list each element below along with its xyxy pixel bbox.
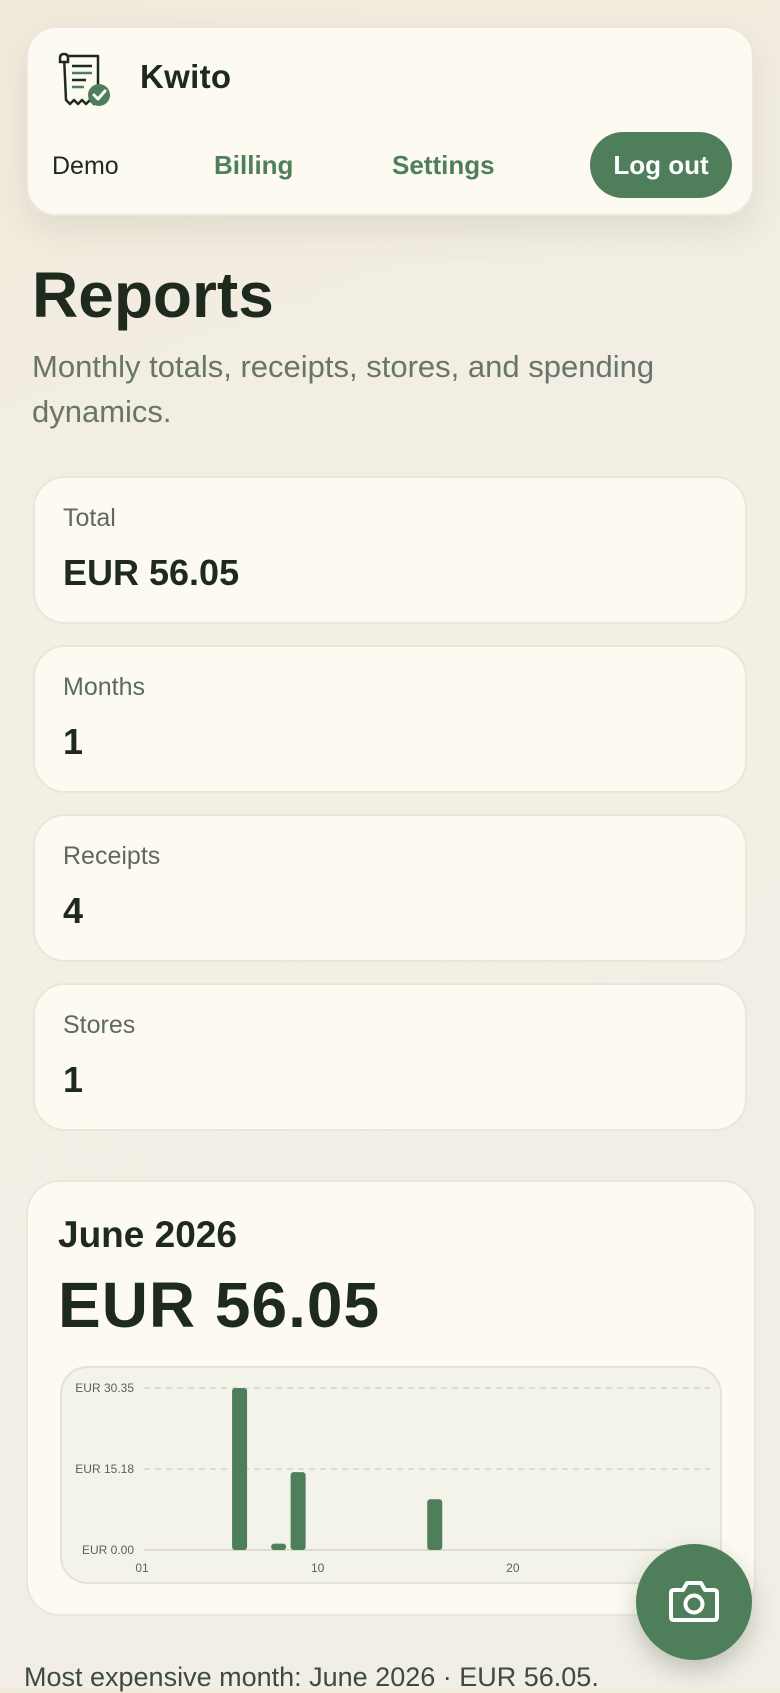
stat-value: EUR 56.05 [63, 552, 240, 593]
page-title: Reports [32, 259, 274, 331]
most-expensive-month-text: Most expensive month: June 2026 · EUR 56… [24, 1662, 599, 1692]
chart-x-tick-label: 01 [135, 1561, 149, 1575]
month-total: EUR 56.05 [58, 1269, 381, 1341]
month-report-card: June 2026 EUR 56.05 EUR 0.00 EUR 15.18 EUR… [26, 1180, 756, 1616]
chart-canvas: EUR 0.00 EUR 15.18 EUR 30.35 01 10 20 [75, 1381, 710, 1575]
stat-card-receipts: Receipts 4 [33, 814, 747, 962]
stat-label: Total [63, 504, 116, 532]
stat-label: Stores [63, 1011, 136, 1039]
stat-card-months: Months 1 [33, 645, 747, 793]
stat-label: Receipts [63, 842, 161, 870]
chart-bar [271, 1543, 287, 1550]
nav-settings-link[interactable]: Settings [392, 150, 495, 181]
chart-bar [232, 1388, 248, 1550]
stat-value: 1 [63, 721, 84, 762]
camera-icon [669, 1581, 719, 1622]
chart-x-tick-label: 10 [311, 1561, 325, 1575]
chart-y-tick-label: EUR 0.00 [82, 1543, 134, 1557]
stat-value: 4 [63, 890, 84, 931]
receipt-check-icon [58, 52, 110, 106]
scan-receipt-button[interactable] [636, 1544, 752, 1660]
top-nav-card: Kwito Demo Billing Settings Log out [26, 26, 754, 216]
logout-button[interactable]: Log out [590, 132, 732, 198]
stat-value: 1 [63, 1059, 84, 1100]
page-subtitle: Monthly totals, receipts, stores, and sp… [32, 349, 655, 429]
nav-user-name: Demo [52, 152, 119, 180]
stat-card-stores: Stores 1 [33, 983, 747, 1131]
chart-bar [427, 1499, 443, 1550]
chart-y-tick-label: EUR 15.18 [75, 1462, 134, 1476]
chart-y-tick-label: EUR 30.35 [75, 1381, 134, 1395]
app-name[interactable]: Kwito [140, 58, 231, 96]
daily-spending-chart: EUR 0.00 EUR 15.18 EUR 30.35 01 10 20 [60, 1366, 722, 1584]
chart-bar [290, 1472, 306, 1550]
stat-label: Months [63, 673, 145, 701]
chart-x-tick-label: 20 [506, 1561, 520, 1575]
nav-billing-link[interactable]: Billing [214, 150, 293, 181]
month-name: June 2026 [58, 1214, 237, 1255]
stat-card-total: Total EUR 56.05 [33, 476, 747, 624]
